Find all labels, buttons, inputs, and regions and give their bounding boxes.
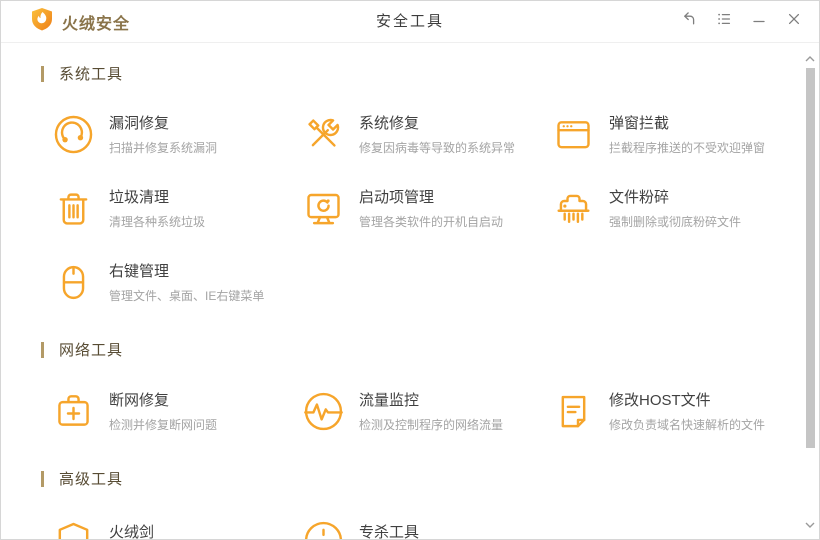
tool-title: 断网修复 <box>109 392 170 409</box>
tool-desc: 检测并修复断网问题 <box>109 418 218 432</box>
tool-text: 专杀工具 <box>359 521 419 540</box>
section-header: 高级工具 <box>41 468 819 489</box>
tool-text: 启动项管理 管理各类软件的开机自启动 <box>359 186 503 230</box>
tool-title: 漏洞修复 <box>109 115 170 132</box>
tool-desc: 清理各种系统垃圾 <box>109 215 206 229</box>
section-tools: 火绒剑 专杀工具 <box>51 511 819 540</box>
huorong-logo-icon <box>31 7 53 36</box>
tool-desc: 修复因病毒等导致的系统异常 <box>359 141 516 155</box>
tool-item-host-file[interactable]: 修改HOST文件 修改负责域名快速解析的文件 <box>551 382 819 440</box>
network-repair-icon <box>51 389 96 434</box>
tool-item-system-repair[interactable]: 系统修复 修复因病毒等导致的系统异常 <box>301 105 551 163</box>
system-repair-icon <box>301 112 346 157</box>
window-controls <box>671 7 811 37</box>
tool-title: 流量监控 <box>359 392 420 409</box>
tool-title: 系统修复 <box>359 115 420 132</box>
tool-desc: 拦截程序推送的不受欢迎弹窗 <box>609 141 766 155</box>
task-list-icon <box>716 11 732 32</box>
host-file-icon <box>551 389 596 434</box>
tool-item-file-shredder[interactable]: 文件粉碎 强制删除或彻底粉碎文件 <box>551 179 819 237</box>
vulnerability-fix-icon <box>51 112 96 157</box>
back-arrow-icon <box>681 11 697 32</box>
tool-item-network-fix[interactable]: 断网修复 检测并修复断网问题 <box>51 382 301 440</box>
section-accent-bar <box>41 341 44 358</box>
file-shredder-icon <box>551 186 596 231</box>
special-kill-icon <box>301 518 346 539</box>
section-title: 高级工具 <box>59 471 124 488</box>
minimize-button[interactable] <box>741 7 776 37</box>
section-系统工具: 系统工具 漏洞修复 扫描并修复系统漏洞 系统修复 修复因病毒等导致的系统异常 弹… <box>1 63 819 311</box>
section-header: 系统工具 <box>41 63 819 84</box>
tool-desc: 强制删除或彻底粉碎文件 <box>609 215 742 229</box>
scroll-up-button[interactable] <box>802 52 818 66</box>
close-button[interactable] <box>776 7 811 37</box>
app-name: 火绒安全 <box>62 15 131 33</box>
close-icon <box>786 11 802 32</box>
section-header: 网络工具 <box>41 339 819 360</box>
menu-button[interactable] <box>706 7 741 37</box>
tool-desc: 扫描并修复系统漏洞 <box>109 141 218 155</box>
tool-text: 修改HOST文件 修改负责域名快速解析的文件 <box>609 389 765 433</box>
tool-desc: 修改负责域名快速解析的文件 <box>609 418 766 432</box>
tool-title: 专杀工具 <box>359 523 420 540</box>
tool-title: 修改HOST文件 <box>609 392 711 409</box>
tool-desc: 检测及控制程序的网络流量 <box>359 418 504 432</box>
tool-title: 右键管理 <box>109 263 170 280</box>
tool-title: 启动项管理 <box>359 189 435 206</box>
tool-text: 文件粉碎 强制删除或彻底粉碎文件 <box>609 186 741 230</box>
tool-text: 断网修复 检测并修复断网问题 <box>109 389 217 433</box>
traffic-monitor-icon <box>301 389 346 434</box>
back-button[interactable] <box>671 7 706 37</box>
section-title: 网络工具 <box>59 342 124 359</box>
junk-clean-icon <box>51 186 96 231</box>
tool-item-huorong-sword[interactable]: 火绒剑 <box>51 511 301 540</box>
popup-block-icon <box>551 112 596 157</box>
section-title: 系统工具 <box>59 66 124 83</box>
tool-title: 火绒剑 <box>109 523 155 540</box>
title-bar: 火绒安全 安全工具 <box>1 1 819 43</box>
section-accent-bar <box>41 65 44 82</box>
app-brand: 火绒安全 <box>31 7 130 36</box>
tool-text: 弹窗拦截 拦截程序推送的不受欢迎弹窗 <box>609 112 765 156</box>
tool-item-special-kill[interactable]: 专杀工具 <box>301 511 551 540</box>
tool-item-startup-manager[interactable]: 启动项管理 管理各类软件的开机自启动 <box>301 179 551 237</box>
tool-item-context-menu-manager[interactable]: 右键管理 管理文件、桌面、IE右键菜单 <box>51 253 301 311</box>
tool-text: 右键管理 管理文件、桌面、IE右键菜单 <box>109 260 264 304</box>
section-高级工具: 高级工具 火绒剑 专杀工具 <box>1 468 819 540</box>
scroll-down-button[interactable] <box>802 518 818 532</box>
section-tools: 断网修复 检测并修复断网问题 流量监控 检测及控制程序的网络流量 修改HOST文… <box>51 382 819 440</box>
tool-item-popup-block[interactable]: 弹窗拦截 拦截程序推送的不受欢迎弹窗 <box>551 105 819 163</box>
startup-manager-icon <box>301 186 346 231</box>
tools-page: 系统工具 漏洞修复 扫描并修复系统漏洞 系统修复 修复因病毒等导致的系统异常 弹… <box>1 43 819 540</box>
tool-item-junk-clean[interactable]: 垃圾清理 清理各种系统垃圾 <box>51 179 301 237</box>
tool-text: 流量监控 检测及控制程序的网络流量 <box>359 389 503 433</box>
tool-title: 弹窗拦截 <box>609 115 670 132</box>
minimize-icon <box>751 11 767 32</box>
app-window: 火绒安全 安全工具 系统工具 漏洞修复 扫描并修复系统漏洞 系统修复 修复因病毒… <box>0 0 820 540</box>
tool-item-vulnerability-fix[interactable]: 漏洞修复 扫描并修复系统漏洞 <box>51 105 301 163</box>
right-click-menu-icon <box>51 260 96 305</box>
section-网络工具: 网络工具 断网修复 检测并修复断网问题 流量监控 检测及控制程序的网络流量 修改… <box>1 339 819 440</box>
tool-text: 漏洞修复 扫描并修复系统漏洞 <box>109 112 217 156</box>
section-tools: 漏洞修复 扫描并修复系统漏洞 系统修复 修复因病毒等导致的系统异常 弹窗拦截 拦… <box>51 105 819 311</box>
scrollbar-thumb[interactable] <box>806 68 815 448</box>
huorong-sword-icon <box>51 518 96 539</box>
tool-title: 文件粉碎 <box>609 189 670 206</box>
section-accent-bar <box>41 470 44 487</box>
scrollbar[interactable] <box>802 44 818 538</box>
tool-desc: 管理文件、桌面、IE右键菜单 <box>109 289 265 303</box>
tool-text: 垃圾清理 清理各种系统垃圾 <box>109 186 205 230</box>
tool-text: 火绒剑 <box>109 521 154 540</box>
tool-desc: 管理各类软件的开机自启动 <box>359 215 504 229</box>
tool-text: 系统修复 修复因病毒等导致的系统异常 <box>359 112 515 156</box>
tool-title: 垃圾清理 <box>109 189 170 206</box>
tool-item-traffic-monitor[interactable]: 流量监控 检测及控制程序的网络流量 <box>301 382 551 440</box>
